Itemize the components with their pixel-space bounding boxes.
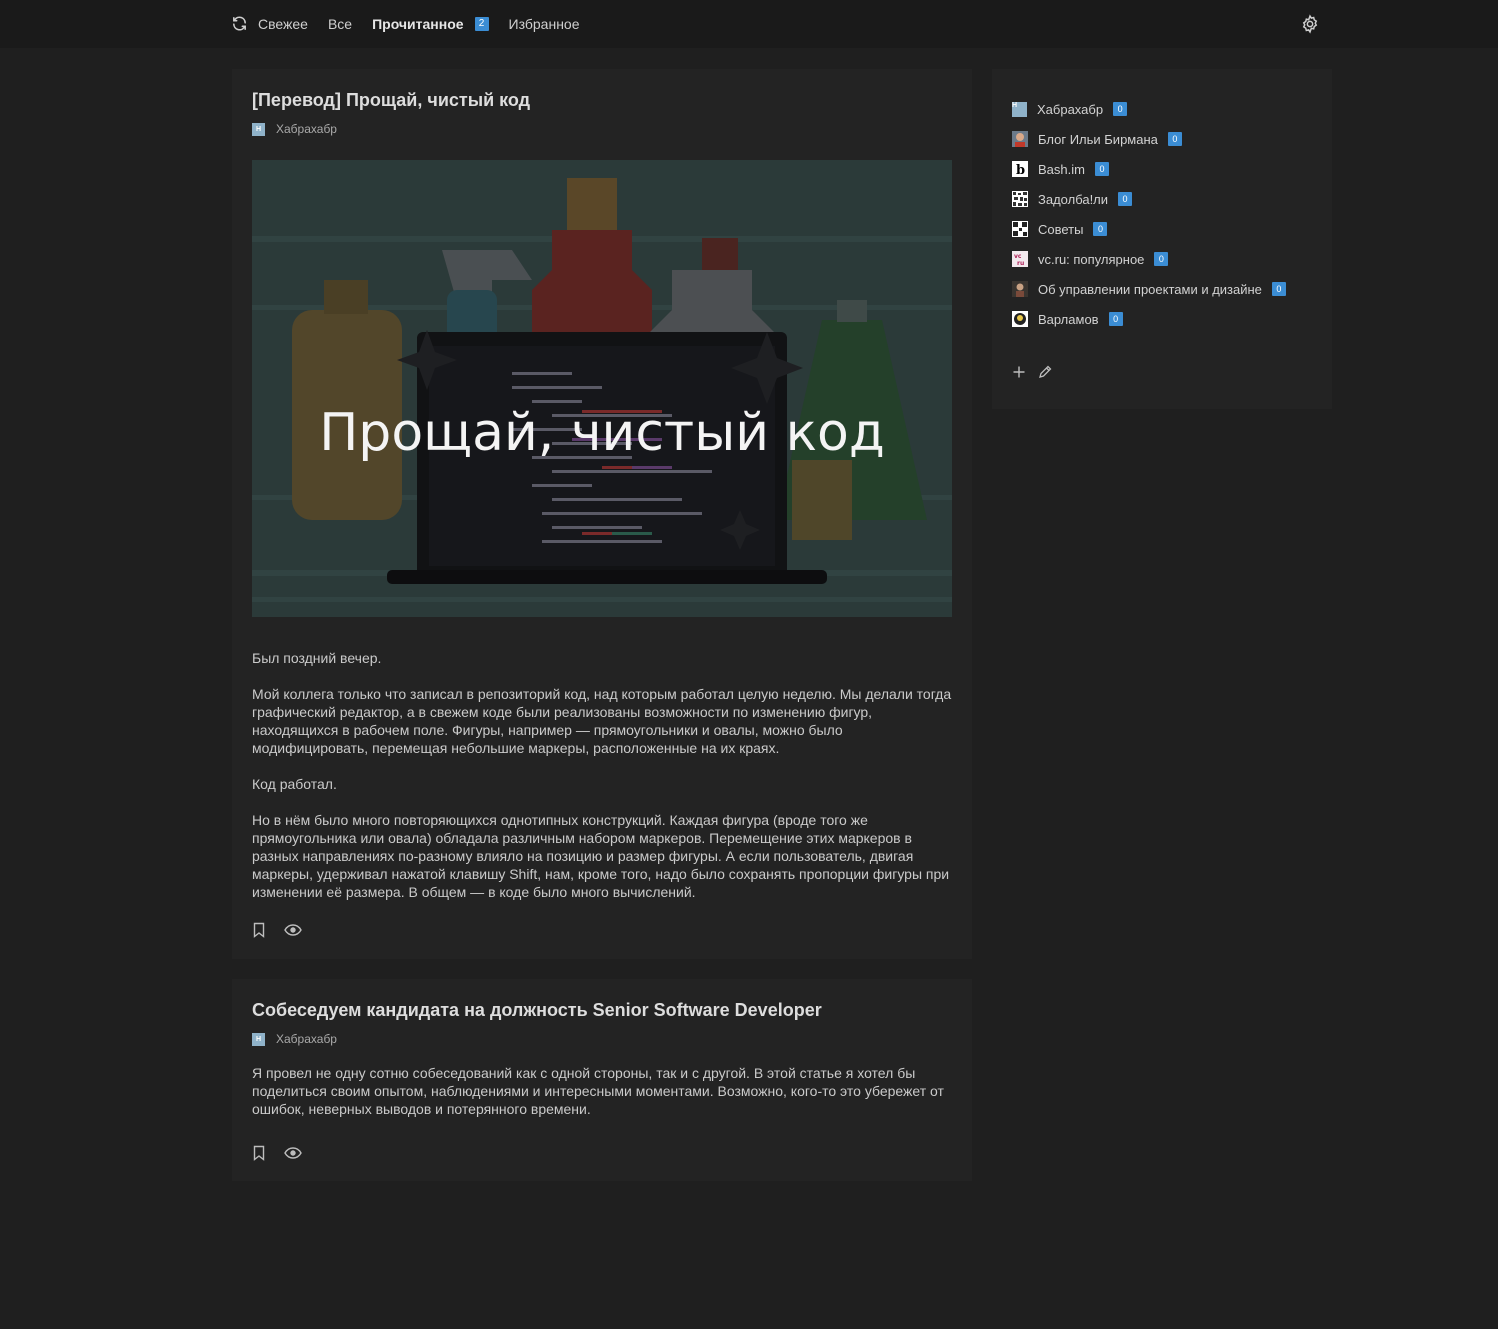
nav-read[interactable]: Прочитанное 2 [372,15,489,32]
feed-label: vc.ru: популярное [1038,251,1145,267]
sidebar-actions [1012,365,1064,379]
birman-avatar-icon [1012,131,1028,147]
sovety-icon [1012,221,1028,237]
feed-item-zadolbali[interactable]: Задолба!ли 0 [1012,184,1312,214]
habr-icon: H [252,1032,265,1046]
bookmark-icon[interactable] [252,922,266,938]
feed-item-birman[interactable]: Блог Ильи Бирмана 0 [1012,124,1312,154]
post-image: Прощай, чистый код [252,160,952,617]
main-nav: Свежее Все Прочитанное 2 Избранное [231,15,600,32]
svg-text:vc: vc [1014,253,1022,260]
habr-icon: H [252,122,265,136]
svg-text:b: b [1016,163,1025,177]
post-paragraph: Я провел не одну сотню собеседований как… [252,1065,944,1117]
post-paragraph: Код работал. [252,776,337,792]
post-body: Я провел не одну сотню собеседований как… [252,1064,954,1118]
post-source: H Хабрахабр [252,122,952,136]
feed-label: Блог Ильи Бирмана [1038,131,1158,147]
nav-favorites-label: Избранное [508,15,580,32]
feed-label: Об управлении проектами и дизайне [1038,281,1262,297]
post-source: H Хабрахабр [252,1032,952,1046]
post-image-caption: Прощай, чистый код [319,403,885,463]
feed-item-sovety[interactable]: Советы 0 [1012,214,1312,244]
feed-count-badge: 0 [1094,162,1109,176]
varlamov-icon [1012,311,1028,327]
post-paragraph: Но в нём было много повторяющихся одноти… [252,812,950,900]
plus-icon[interactable] [1012,365,1026,379]
habr-icon: H [1012,101,1027,117]
svg-text:ru: ru [1017,260,1024,267]
feed-count-badge: 0 [1167,132,1182,146]
feed-count-badge: 0 [1271,282,1286,296]
feed-item-habr[interactable]: H Хабрахабр 0 [1012,94,1312,124]
vc-icon: vcru [1012,251,1028,267]
feed-label: Задолба!ли [1038,191,1109,207]
post-paragraph: Мой коллега только что записал в репозит… [252,686,952,756]
pm-avatar-icon [1012,281,1028,297]
nav-fresh[interactable]: Свежее [231,15,308,32]
feed-count-badge: 0 [1118,192,1133,206]
nav-all-label: Все [327,15,353,32]
refresh-icon[interactable] [231,15,248,32]
post-body: Был поздний вечер. Мой коллега только чт… [252,649,954,919]
feeds-sidebar: H Хабрахабр 0 Блог Ильи Бирмана 0 b Bash… [992,69,1332,409]
zadolbali-icon [1012,191,1028,207]
nav-fresh-label: Свежее [258,15,308,32]
feed-item-pm-design[interactable]: Об управлении проектами и дизайне 0 [1012,274,1312,304]
post-source-label[interactable]: Хабрахабр [276,1032,337,1046]
post-title[interactable]: Собеседуем кандидата на должность Senior… [252,999,952,1021]
post-card: Собеседуем кандидата на должность Senior… [232,979,972,1181]
feed-item-varlamov[interactable]: Варламов 0 [1012,304,1312,334]
nav-favorites[interactable]: Избранное [509,16,580,32]
feed-label: Bash.im [1038,161,1085,177]
nav-read-label: Прочитанное [372,15,464,32]
feed-count-badge: 0 [1108,312,1123,326]
pencil-icon[interactable] [1038,365,1052,379]
feed-item-bash[interactable]: b Bash.im 0 [1012,154,1312,184]
feed-label: Варламов [1038,311,1099,327]
feed-count-badge: 0 [1093,222,1108,236]
eye-icon[interactable] [284,923,302,937]
top-bar: Свежее Все Прочитанное 2 Избранное [0,0,1498,48]
feed-label: Хабрахабр [1037,101,1104,117]
post-card: [Перевод] Прощай, чистый код H Хабрахабр [232,69,972,959]
bash-icon: b [1012,161,1028,177]
feed-item-vc[interactable]: vc ru vc.ru: популярное 0 [1012,244,1312,274]
feed-count-badge: 0 [1113,102,1128,116]
feed-label: Советы [1038,221,1084,237]
post-actions [252,1145,302,1161]
gear-icon[interactable] [1300,14,1320,34]
post-source-label[interactable]: Хабрахабр [276,122,337,136]
nav-read-badge: 2 [474,16,489,31]
post-actions [252,922,302,938]
post-paragraph: Был поздний вечер. [252,650,382,666]
eye-icon[interactable] [284,1146,302,1160]
post-title[interactable]: [Перевод] Прощай, чистый код [252,89,952,111]
feed-count-badge: 0 [1154,252,1169,266]
bookmark-icon[interactable] [252,1145,266,1161]
nav-all[interactable]: Все [328,16,352,32]
